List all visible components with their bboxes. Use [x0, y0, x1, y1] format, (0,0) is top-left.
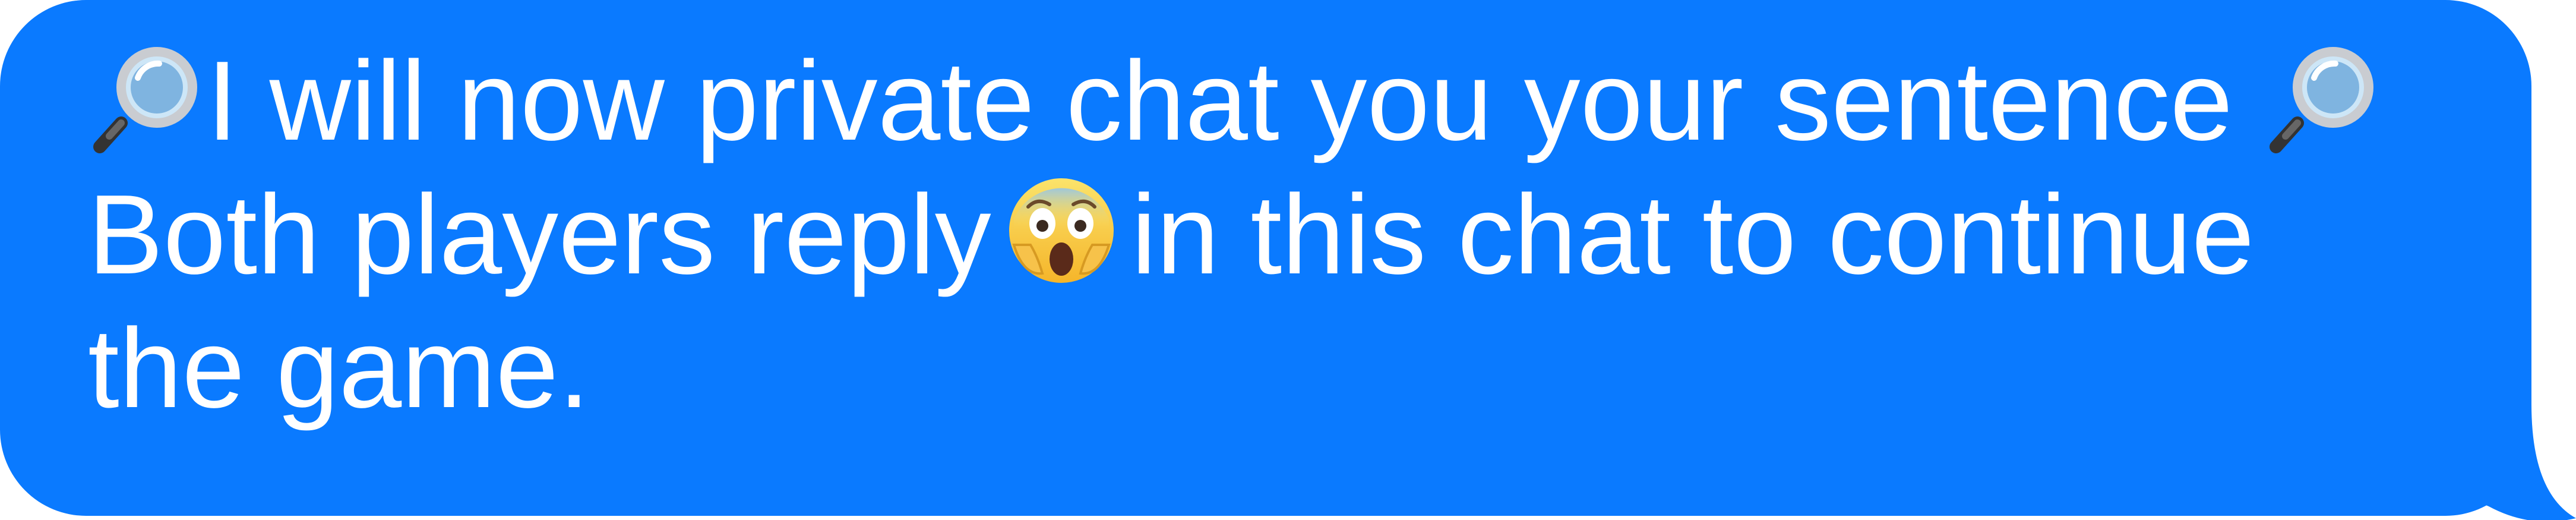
bubble-tail [2465, 404, 2576, 520]
message-line-2: Both players reply in this chat to conti… [88, 168, 2460, 302]
message-line-2-before: Both players reply [88, 172, 991, 298]
message-line-3-text: the game. [88, 305, 590, 431]
face-screaming-in-fear-icon [1002, 171, 1121, 290]
message-bubble[interactable]: I will now private chat you your sentenc… [0, 0, 2531, 516]
magnifying-glass-icon [2264, 37, 2383, 156]
message-line-1: I will now private chat you your sentenc… [88, 34, 2460, 168]
magnifying-glass-icon [88, 37, 207, 156]
message-line-3: the game. [88, 302, 2460, 436]
chat-stage: I will now private chat you your sentenc… [0, 0, 2576, 520]
message-line-2-after: in this chat to continue [1131, 172, 2255, 298]
message-text: I will now private chat you your sentenc… [88, 34, 2460, 436]
message-line-1-text: I will now private chat you your sentenc… [207, 38, 2233, 164]
